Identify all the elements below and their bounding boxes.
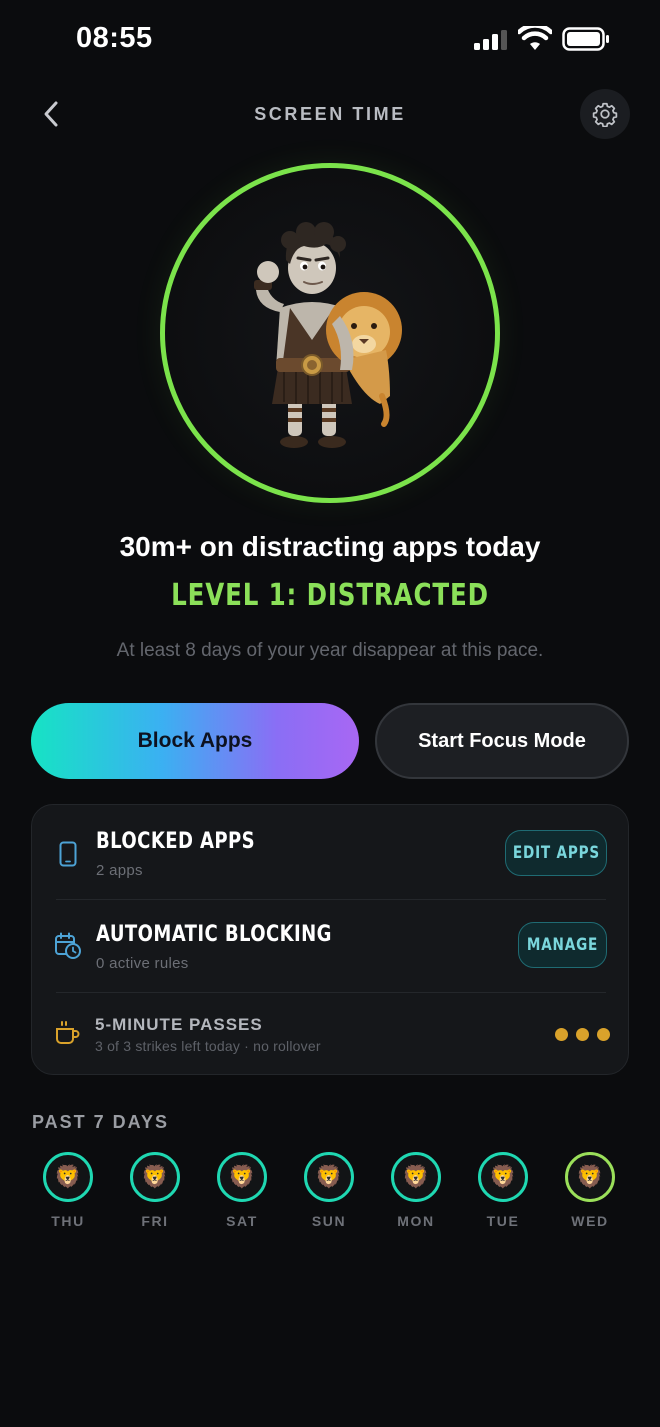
edit-apps-label: EDIT APPS [512,843,600,863]
day-label: WED [571,1213,609,1229]
block-apps-button[interactable]: Block Apps [31,703,359,779]
day-fri[interactable]: 🦁 FRI [115,1152,195,1229]
day-tue[interactable]: 🦁 TUE [463,1152,543,1229]
automatic-blocking-title: AUTOMATIC BLOCKING [96,922,332,947]
day-avatar-today[interactable]: 🦁 [565,1152,615,1202]
status-bar: 08:55 [0,0,660,80]
passes-remaining-indicator [555,1028,610,1041]
five-minute-passes-row[interactable]: 5-MINUTE PASSES 3 of 3 strikes left toda… [32,993,630,1076]
battery-icon [562,27,609,51]
hercules-mini-icon: 🦁 [315,1164,343,1189]
manage-button[interactable]: MANAGE [518,922,607,968]
hercules-mini-icon: 🦁 [54,1164,82,1189]
hercules-mini-icon: 🦁 [489,1164,517,1189]
day-avatar[interactable]: 🦁 [304,1152,354,1202]
day-label: SAT [226,1213,258,1229]
pass-dot [576,1028,589,1041]
edit-apps-button[interactable]: EDIT APPS [505,830,607,876]
day-sat[interactable]: 🦁 SAT [202,1152,282,1229]
phone-icon [59,841,77,867]
day-thu[interactable]: 🦁 THU [28,1152,108,1229]
calendar-clock-icon [55,932,81,959]
gear-icon [592,102,618,127]
day-mon[interactable]: 🦁 MON [376,1152,456,1229]
automatic-blocking-row[interactable]: AUTOMATIC BLOCKING 0 active rules MANAGE [32,900,630,992]
page-title: SCREEN TIME [254,104,406,124]
blocked-apps-title: BLOCKED APPS [96,829,256,854]
settings-button[interactable] [580,89,630,139]
cellular-signal-icon [474,30,507,50]
day-wed[interactable]: 🦁 WED [550,1152,630,1229]
day-label: TUE [486,1213,520,1229]
blocked-apps-row[interactable]: BLOCKED APPS 2 apps EDIT APPS [32,805,630,899]
day-avatar[interactable]: 🦁 [43,1152,93,1202]
hercules-mini-icon: 🦁 [228,1164,256,1189]
coffee-cup-icon [56,1021,80,1044]
hercules-lion-avatar [254,222,402,448]
pass-dot [555,1028,568,1041]
wifi-icon [518,26,552,50]
hercules-mini-icon: 🦁 [576,1164,604,1189]
blocked-apps-count: 2 apps [96,862,143,879]
day-label: FRI [141,1213,169,1229]
day-avatar[interactable]: 🦁 [217,1152,267,1202]
hercules-mini-icon: 🦁 [402,1164,430,1189]
passes-subtitle: 3 of 3 strikes left today · no rollover [95,1038,321,1054]
day-avatar[interactable]: 🦁 [391,1152,441,1202]
day-avatar[interactable]: 🦁 [130,1152,180,1202]
status-time: 08:55 [76,22,153,54]
day-label: MON [397,1213,435,1229]
start-focus-mode-button[interactable]: Start Focus Mode [375,703,629,779]
pace-subtext: At least 8 days of your year disappear a… [116,640,544,661]
day-label: SUN [311,1213,347,1229]
manage-label: MANAGE [526,935,599,955]
hercules-mini-icon: 🦁 [141,1164,169,1189]
day-sun[interactable]: 🦁 SUN [289,1152,369,1229]
pass-dot [597,1028,610,1041]
active-rules-count: 0 active rules [96,955,189,972]
passes-title: 5-MINUTE PASSES [95,1015,263,1034]
blocking-settings-card: BLOCKED APPS 2 apps EDIT APPS AUTOMATIC … [31,804,629,1075]
day-label: THU [51,1213,85,1229]
day-avatar[interactable]: 🦁 [478,1152,528,1202]
level-label: LEVEL 1: DISTRACTED [171,578,489,613]
usage-headline: 30m+ on distracting apps today [119,531,541,562]
past-7-days-label: PAST 7 DAYS [32,1112,170,1132]
